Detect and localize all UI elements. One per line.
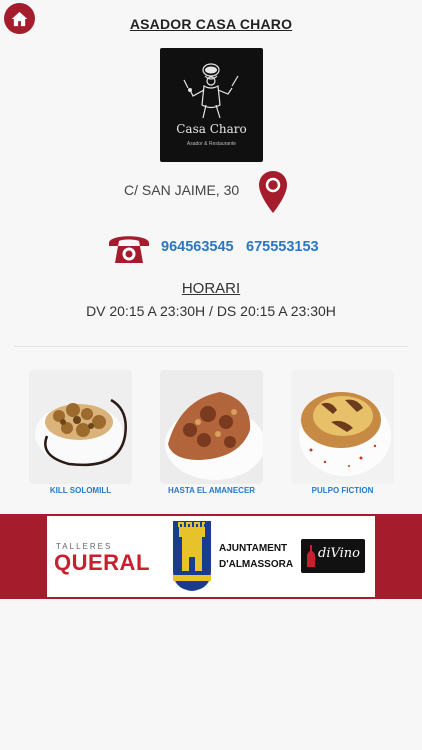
- logo-subtitle: Asador & Restaurante: [186, 141, 237, 147]
- phone-link-1[interactable]: 964563545: [161, 239, 234, 255]
- dish-photo: [160, 370, 263, 484]
- almassora-shield-logo: [173, 521, 211, 591]
- schedule-text: DV 20:15 A 23:30H / DS 20:15 A 23:30H: [86, 303, 336, 319]
- divider: [14, 346, 408, 347]
- sponsor-banner: TALLERES QUERAL AJUNTAMENT D'ALMASSORA d…: [0, 514, 422, 599]
- schedule-title: HORARI: [181, 280, 241, 297]
- address-text: C/ SAN JAIME, 30: [124, 182, 240, 198]
- sponsor-logos: TALLERES QUERAL AJUNTAMENT D'ALMASSORA d…: [47, 516, 375, 597]
- wine-bottle-icon: [307, 545, 315, 567]
- sponsor-divino-logo: diVino: [301, 539, 365, 573]
- dish-label: KILL SOLOMILL: [49, 486, 112, 495]
- sponsor-ajuntament-line2: D'ALMASSORA: [219, 559, 294, 570]
- logo-name: Casa Charo: [176, 122, 247, 136]
- sponsor-queral: QUERAL: [54, 550, 150, 575]
- dish-card-kill-solomill[interactable]: KILL SOLOMILL: [29, 370, 132, 495]
- restaurant-logo: Casa Charo Asador & Restaurante: [160, 48, 263, 162]
- phone-link-2[interactable]: 675553153: [246, 239, 319, 255]
- dish-label: HASTA EL AMANECER: [167, 486, 256, 495]
- dish-card-pulpo-fiction[interactable]: PULPO FICTION: [291, 370, 394, 495]
- telephone-icon: [109, 236, 149, 263]
- dish-card-hasta-el-amanecer[interactable]: HASTA EL AMANECER: [160, 370, 263, 495]
- map-pin-icon[interactable]: [258, 170, 288, 214]
- dish-photo: [29, 370, 132, 484]
- dish-label: PULPO FICTION: [311, 486, 374, 495]
- chef-illustration: [183, 63, 239, 119]
- dish-photo: [291, 370, 394, 484]
- sponsor-ajuntament-line1: AJUNTAMENT: [219, 543, 288, 554]
- sponsor-divino: diVino: [318, 546, 360, 561]
- page-title: ASADOR CASA CHARO: [129, 16, 293, 32]
